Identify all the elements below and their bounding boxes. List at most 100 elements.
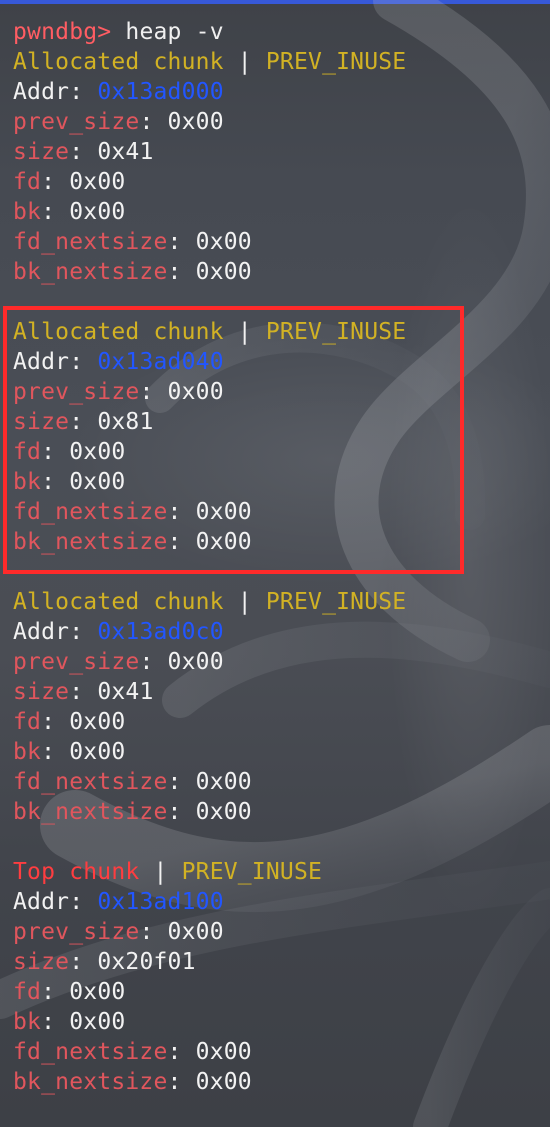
- command-text: heap -v: [125, 19, 224, 45]
- bk-label: bk: [13, 1009, 42, 1035]
- chunk-title-line: Allocated chunk | PREV_INUSE: [13, 589, 407, 615]
- chunk-title: Allocated chunk: [13, 319, 224, 345]
- fd-line: fd: 0x00: [13, 169, 126, 195]
- chunk-flag: PREV_INUSE: [265, 589, 407, 615]
- bk-nextsize-value: 0x00: [195, 529, 252, 555]
- addr-value: 0x13ad0c0: [97, 619, 224, 645]
- chunk-title-line: Allocated chunk | PREV_INUSE: [13, 319, 407, 345]
- bk-nextsize-value: 0x00: [195, 799, 252, 825]
- bk-line: bk: 0x00: [13, 469, 126, 495]
- addr-line: Addr: 0x13ad040: [13, 349, 224, 375]
- fd-nextsize-line: fd_nextsize: 0x00: [13, 229, 252, 255]
- fd-label: fd: [13, 979, 42, 1005]
- bk-nextsize-value: 0x00: [195, 259, 252, 285]
- chunk-title-line: Allocated chunk | PREV_INUSE: [13, 49, 407, 75]
- addr-label: Addr: [13, 889, 70, 915]
- prev-size-value: 0x00: [167, 379, 224, 405]
- chunk-block-4: Top chunk | PREV_INUSE Addr: 0x13ad100 p…: [13, 857, 533, 1097]
- bk-nextsize-label: bk_nextsize: [13, 799, 168, 825]
- bk-nextsize-label: bk_nextsize: [13, 1069, 168, 1095]
- addr-line: Addr: 0x13ad0c0: [13, 619, 224, 645]
- bk-nextsize-label: bk_nextsize: [13, 259, 168, 285]
- addr-label: Addr: [13, 79, 70, 105]
- prompt-text: pwndbg>: [13, 19, 112, 45]
- bk-label: bk: [13, 469, 42, 495]
- fd-line: fd: 0x00: [13, 709, 126, 735]
- chunk-flag: PREV_INUSE: [181, 859, 323, 885]
- fd-nextsize-value: 0x00: [195, 229, 252, 255]
- size-label: size: [13, 139, 70, 165]
- bk-line: bk: 0x00: [13, 739, 126, 765]
- bk-nextsize-label: bk_nextsize: [13, 529, 168, 555]
- prev-size-line: prev_size: 0x00: [13, 919, 224, 945]
- size-value: 0x81: [97, 409, 154, 435]
- size-line: size: 0x20f01: [13, 949, 196, 975]
- fd-nextsize-value: 0x00: [195, 499, 252, 525]
- size-value: 0x20f01: [97, 949, 196, 975]
- prev-size-line: prev_size: 0x00: [13, 649, 224, 675]
- bk-nextsize-line: bk_nextsize: 0x00: [13, 1069, 252, 1095]
- addr-line: Addr: 0x13ad000: [13, 79, 224, 105]
- size-line: size: 0x81: [13, 409, 154, 435]
- chunk-flag: PREV_INUSE: [265, 319, 407, 345]
- size-label: size: [13, 949, 70, 975]
- bk-line: bk: 0x00: [13, 199, 126, 225]
- fd-label: fd: [13, 439, 42, 465]
- bk-value: 0x00: [69, 739, 126, 765]
- bk-line: bk: 0x00: [13, 1009, 126, 1035]
- prev-size-label: prev_size: [13, 649, 140, 675]
- fd-line: fd: 0x00: [13, 439, 126, 465]
- addr-value: 0x13ad000: [97, 79, 224, 105]
- fd-label: fd: [13, 709, 42, 735]
- addr-label: Addr: [13, 619, 70, 645]
- fd-label: fd: [13, 169, 42, 195]
- bk-label: bk: [13, 199, 42, 225]
- prev-size-value: 0x00: [167, 109, 224, 135]
- prev-size-line: prev_size: 0x00: [13, 109, 224, 135]
- bk-value: 0x00: [69, 469, 126, 495]
- fd-value: 0x00: [69, 979, 126, 1005]
- command-line: pwndbg> heap -v: [13, 17, 533, 47]
- prev-size-value: 0x00: [167, 919, 224, 945]
- fd-value: 0x00: [69, 169, 126, 195]
- fd-nextsize-line: fd_nextsize: 0x00: [13, 769, 252, 795]
- size-line: size: 0x41: [13, 679, 154, 705]
- addr-value: 0x13ad040: [97, 349, 224, 375]
- prev-size-label: prev_size: [13, 919, 140, 945]
- fd-nextsize-label: fd_nextsize: [13, 229, 168, 255]
- fd-nextsize-line: fd_nextsize: 0x00: [13, 1039, 252, 1065]
- chunk-flag: PREV_INUSE: [265, 49, 407, 75]
- fd-nextsize-value: 0x00: [195, 1039, 252, 1065]
- prev-size-label: prev_size: [13, 379, 140, 405]
- bk-nextsize-line: bk_nextsize: 0x00: [13, 529, 252, 555]
- bk-nextsize-value: 0x00: [195, 1069, 252, 1095]
- size-label: size: [13, 409, 70, 435]
- fd-nextsize-label: fd_nextsize: [13, 1039, 168, 1065]
- size-value: 0x41: [97, 679, 154, 705]
- bk-label: bk: [13, 739, 42, 765]
- fd-nextsize-label: fd_nextsize: [13, 499, 168, 525]
- fd-nextsize-value: 0x00: [195, 769, 252, 795]
- fd-value: 0x00: [69, 439, 126, 465]
- window-top-border: [0, 0, 550, 4]
- fd-nextsize-line: fd_nextsize: 0x00: [13, 499, 252, 525]
- terminal-output: pwndbg> heap -v Allocated chunk | PREV_I…: [13, 17, 533, 1097]
- chunk-title: Allocated chunk: [13, 589, 224, 615]
- fd-nextsize-label: fd_nextsize: [13, 769, 168, 795]
- prev-size-line: prev_size: 0x00: [13, 379, 224, 405]
- top-chunk-title: Top chunk: [13, 859, 140, 885]
- bk-nextsize-line: bk_nextsize: 0x00: [13, 799, 252, 825]
- prev-size-value: 0x00: [167, 649, 224, 675]
- size-value: 0x41: [97, 139, 154, 165]
- bk-nextsize-line: bk_nextsize: 0x00: [13, 259, 252, 285]
- addr-value: 0x13ad100: [97, 889, 224, 915]
- addr-label: Addr: [13, 349, 70, 375]
- size-line: size: 0x41: [13, 139, 154, 165]
- fd-value: 0x00: [69, 709, 126, 735]
- chunk-block-1: Allocated chunk | PREV_INUSE Addr: 0x13a…: [13, 47, 533, 287]
- addr-line: Addr: 0x13ad100: [13, 889, 224, 915]
- chunk-title-line: Top chunk | PREV_INUSE: [13, 859, 323, 885]
